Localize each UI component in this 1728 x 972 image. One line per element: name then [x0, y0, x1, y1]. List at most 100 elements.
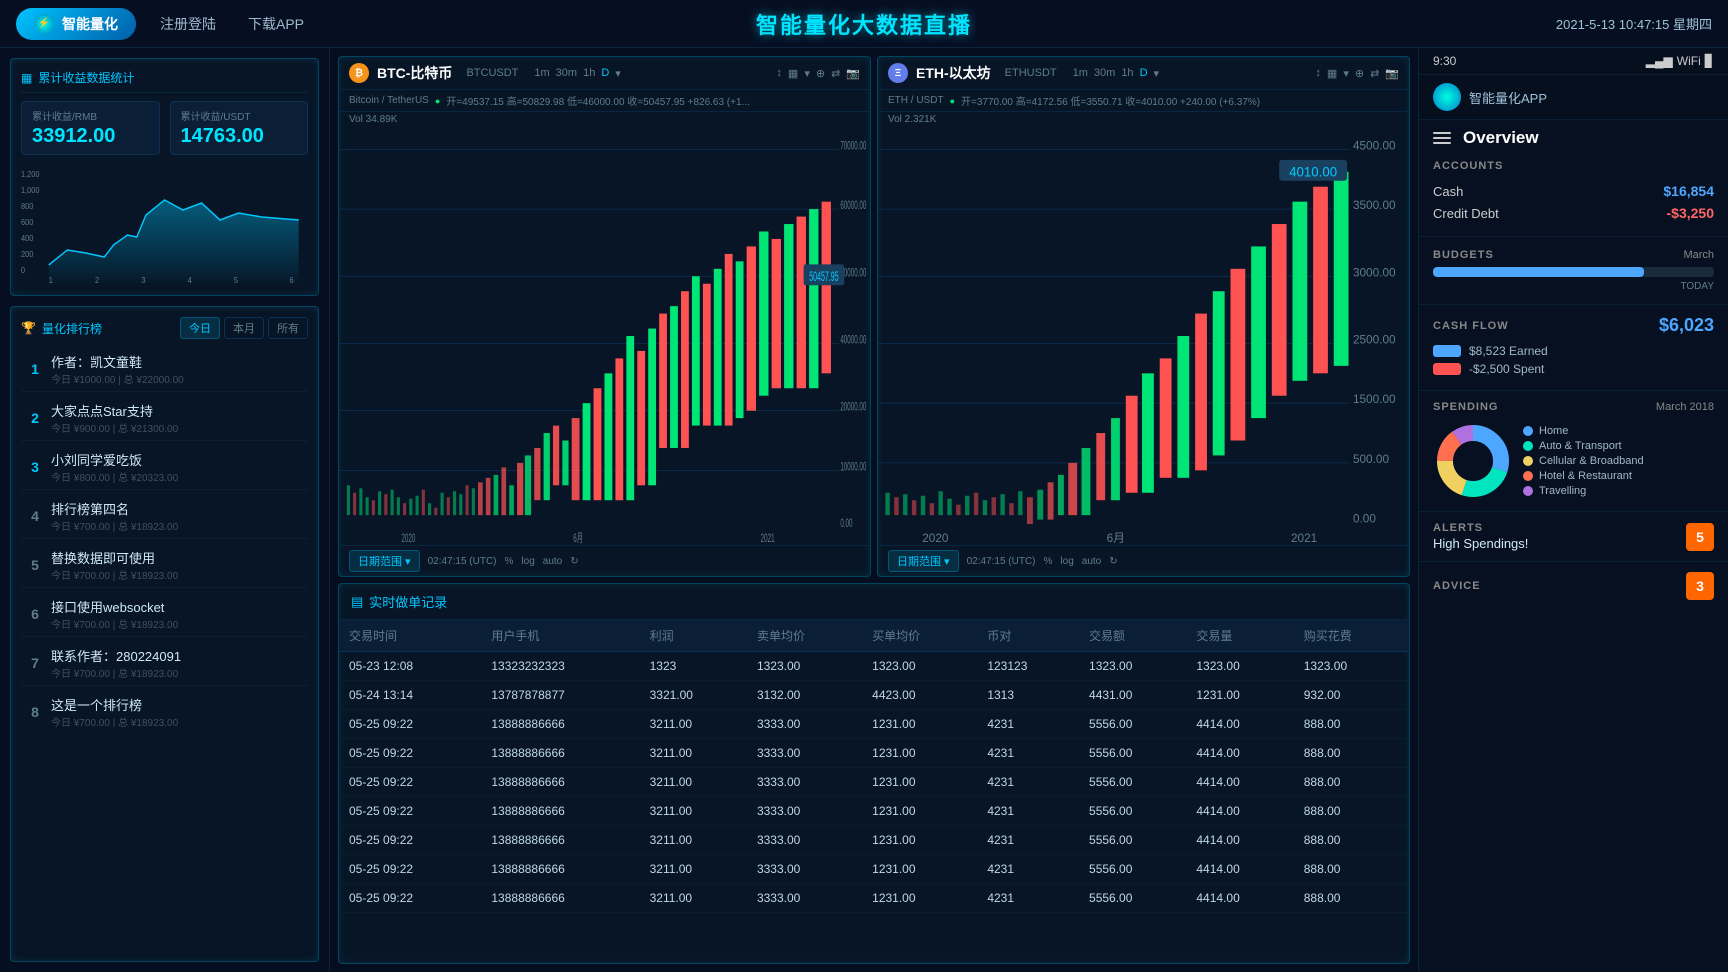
- eth-tool-add[interactable]: ⊕: [1355, 67, 1364, 80]
- rank-title: 🏆 量化排行榜: [21, 320, 102, 337]
- table-cell: 888.00: [1294, 739, 1409, 768]
- table-col-header: 交易量: [1186, 620, 1293, 652]
- table-cell: 4231: [977, 884, 1079, 913]
- table-col-header: 币对: [977, 620, 1079, 652]
- eth-tool-arrows[interactable]: ↕: [1315, 67, 1321, 80]
- credit-label: Credit Debt: [1433, 206, 1499, 221]
- eth-tool-exchange[interactable]: ⇄: [1370, 67, 1379, 80]
- eth-tf-d[interactable]: D: [1140, 67, 1148, 80]
- btc-tool-exchange[interactable]: ⇄: [831, 67, 840, 80]
- btc-icon: ₿: [349, 63, 369, 83]
- table-cell: 5556.00: [1079, 768, 1186, 797]
- eth-tf-30m[interactable]: 30m: [1094, 67, 1115, 80]
- rank-sub: 今日 ¥900.00 | 总 ¥21300.00: [51, 420, 302, 435]
- btc-pair-name: Bitcoin / TetherUS: [349, 95, 429, 106]
- btc-log[interactable]: log: [521, 556, 534, 567]
- budgets-header: BUDGETS March: [1433, 249, 1714, 261]
- tab-month[interactable]: 本月: [224, 317, 264, 339]
- rank-info: 替换数据即可使用 今日 ¥700.00 | 总 ¥18923.00: [51, 548, 302, 582]
- table-cell: 3211.00: [640, 739, 747, 768]
- table-cell: 1231.00: [862, 826, 977, 855]
- svg-text:70000.00: 70000.00: [840, 139, 866, 153]
- btc-tf-1m[interactable]: 1m: [534, 67, 549, 80]
- table-row: 05-25 09:22138888866663211.003333.001231…: [339, 855, 1409, 884]
- tab-today[interactable]: 今日: [180, 317, 220, 339]
- alerts-badge[interactable]: 5: [1686, 523, 1714, 551]
- btc-tool-add[interactable]: ⊕: [816, 67, 825, 80]
- btc-date-range[interactable]: 日期范围 ▾: [349, 550, 420, 572]
- table-cell: 13787878877: [481, 681, 639, 710]
- svg-text:2021: 2021: [761, 532, 775, 545]
- table-cell: 3132.00: [747, 681, 862, 710]
- table-cell: 5556.00: [1079, 739, 1186, 768]
- eth-tool-bar[interactable]: ▦: [1327, 67, 1337, 80]
- btc-auto[interactable]: auto: [543, 556, 562, 567]
- table-cell: 123123: [977, 652, 1079, 681]
- rank-item: 4 排行榜第四名 今日 ¥700.00 | 总 ¥18923.00: [21, 494, 308, 539]
- nav-download[interactable]: 下载APP: [248, 14, 304, 34]
- btc-tool-bar[interactable]: ▦: [788, 67, 798, 80]
- btc-chart-header: ₿ BTC-比特币 BTCUSDT 1m 30m 1h D ▾ ↕ ▦ ▾ ⊕: [339, 57, 870, 90]
- tab-all[interactable]: 所有: [268, 317, 308, 339]
- table-cell: 4231: [977, 768, 1079, 797]
- eth-date-range[interactable]: 日期范围 ▾: [888, 550, 959, 572]
- rank-info: 大家点点Star支持 今日 ¥900.00 | 总 ¥21300.00: [51, 401, 302, 435]
- right-panel: 9:30 ▂▄▆ WiFi ▊ 智能量化APP Overview: [1418, 48, 1728, 972]
- table-cell: 4231: [977, 855, 1079, 884]
- eth-label: ETH-以太坊: [916, 63, 991, 83]
- table-col-header: 交易额: [1079, 620, 1186, 652]
- table-row: 05-25 09:22138888866663211.003333.001231…: [339, 710, 1409, 739]
- btc-tool-camera[interactable]: 📷: [846, 67, 860, 80]
- table-col-header: 交易时间: [339, 620, 481, 652]
- cash-label: Cash: [1433, 184, 1463, 199]
- nav-links: 注册登陆 下载APP: [160, 14, 304, 34]
- eth-tool-camera[interactable]: 📷: [1385, 67, 1399, 80]
- btc-tf-1h[interactable]: 1h: [583, 67, 595, 80]
- btc-tool-arrows[interactable]: ↕: [776, 67, 782, 80]
- btc-refresh-icon[interactable]: ↻: [570, 556, 578, 567]
- table-cell: 1231.00: [862, 768, 977, 797]
- table-row: 05-25 09:22138888866663211.003333.001231…: [339, 768, 1409, 797]
- rank-name: 小刘同学爱吃饭: [51, 450, 302, 469]
- eth-tf-1m[interactable]: 1m: [1073, 67, 1088, 80]
- eth-refresh-icon[interactable]: ↻: [1109, 556, 1117, 567]
- table-cell: 1231.00: [1186, 681, 1293, 710]
- eth-chart-header: Ξ ETH-以太坊 ETHUSDT 1m 30m 1h D ▾ ↕ ▦ ▾ ⊕: [878, 57, 1409, 90]
- table-cell: 3211.00: [640, 826, 747, 855]
- btc-tool-more[interactable]: ▾: [804, 67, 810, 80]
- logo-button[interactable]: ⚡ 智能量化: [16, 8, 136, 40]
- cashflow-spent-bar: [1433, 363, 1461, 375]
- table-cell: 13888886666: [481, 768, 639, 797]
- btc-tf-30m[interactable]: 30m: [556, 67, 577, 80]
- phone-content[interactable]: Overview ACCOUNTS Cash $16,854 Credit De…: [1419, 120, 1728, 972]
- advice-badge[interactable]: 3: [1686, 572, 1714, 600]
- legend-label: Hotel & Restaurant: [1539, 470, 1632, 482]
- eth-log[interactable]: log: [1060, 556, 1073, 567]
- legend-item: Hotel & Restaurant: [1523, 470, 1644, 482]
- hamburger-line-3: [1433, 142, 1451, 144]
- btc-tf-d[interactable]: D: [601, 67, 609, 80]
- table-cell: 3333.00: [747, 855, 862, 884]
- bar-chart-icon: ▦: [21, 71, 32, 85]
- nav-register[interactable]: 注册登陆: [160, 14, 216, 34]
- trophy-icon: 🏆: [21, 321, 36, 335]
- eth-tool-more[interactable]: ▾: [1343, 67, 1349, 80]
- btc-price-info: Bitcoin / TetherUS ● 开=49537.15 高=50829.…: [339, 90, 870, 112]
- donut-chart: [1433, 421, 1513, 501]
- main-content: ▦ 累计收益数据统计 累计收益/RMB 33912.00 累计收益/USDT 1…: [0, 48, 1728, 972]
- table-cell: 4414.00: [1186, 739, 1293, 768]
- eth-auto[interactable]: auto: [1082, 556, 1101, 567]
- spending-period: March 2018: [1656, 401, 1714, 413]
- hamburger-icon[interactable]: [1433, 132, 1451, 144]
- eth-chart-widget: Ξ ETH-以太坊 ETHUSDT 1m 30m 1h D ▾ ↕ ▦ ▾ ⊕: [877, 56, 1410, 577]
- svg-text:1500.00: 1500.00: [1353, 392, 1396, 406]
- battery-icon: ▊: [1705, 54, 1714, 68]
- table-cell: 05-25 09:22: [339, 884, 481, 913]
- eth-vol: Vol 2.321K: [888, 114, 936, 125]
- rank-item: 2 大家点点Star支持 今日 ¥900.00 | 总 ¥21300.00: [21, 396, 308, 441]
- stat-rmb-label: 累计收益/RMB: [32, 108, 149, 123]
- table-scroll[interactable]: 交易时间用户手机利润卖单均价买单均价币对交易额交易量购买花费 05-23 12:…: [339, 620, 1409, 963]
- eth-tf-1h[interactable]: 1h: [1121, 67, 1133, 80]
- legend-label: Home: [1539, 425, 1568, 437]
- account-cash-row: Cash $16,854: [1433, 180, 1714, 202]
